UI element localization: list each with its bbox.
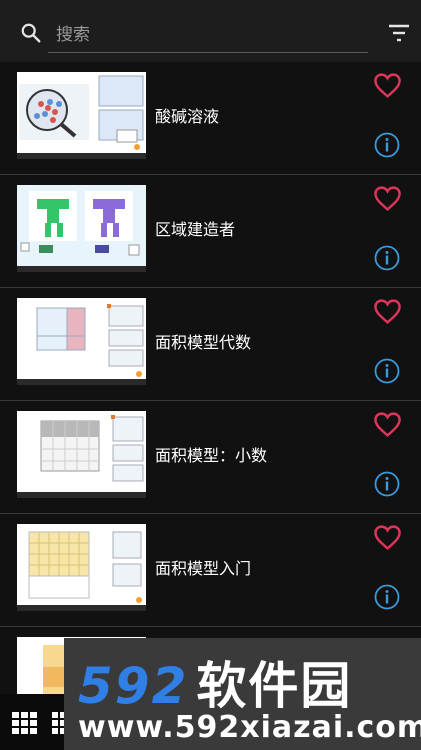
thumbnail-area-model-intro: [17, 524, 146, 611]
item-title: 酸碱溶液: [155, 107, 220, 126]
list-item[interactable]: 面积模型入门: [0, 514, 421, 627]
thumbnail-area-model-algebra: [17, 298, 146, 385]
heart-outline-icon[interactable]: [373, 72, 402, 99]
search-input[interactable]: [48, 17, 368, 53]
filter-icon[interactable]: [387, 22, 411, 44]
list-item[interactable]: 酸碱溶液: [0, 62, 421, 175]
info-circle-icon[interactable]: [374, 471, 400, 497]
watermark-brand: 592 软件园: [78, 657, 353, 715]
search-icon[interactable]: [20, 22, 42, 44]
info-circle-icon[interactable]: [374, 132, 400, 158]
heart-outline-icon[interactable]: [373, 524, 402, 551]
heart-outline-icon[interactable]: [373, 185, 402, 212]
list-item[interactable]: 区域建造者: [0, 175, 421, 288]
list-item[interactable]: 面积模型代数: [0, 288, 421, 401]
item-title: 区域建造者: [155, 220, 236, 239]
info-circle-icon[interactable]: [374, 358, 400, 384]
thumbnail-acid-base: [17, 72, 146, 159]
thumbnail-area-model-decimals: [17, 411, 146, 498]
watermark-url: www.592xiazai.com: [78, 710, 421, 745]
item-title: 面积模型代数: [155, 333, 252, 352]
search-bar: [0, 0, 421, 62]
item-title: 面积模型入门: [155, 559, 252, 578]
info-circle-icon[interactable]: [374, 245, 400, 271]
thumbnail-area-builder: [17, 185, 146, 272]
info-circle-icon[interactable]: [374, 584, 400, 610]
watermark-overlay: 592 软件园 www.592xiazai.com: [64, 638, 421, 750]
list-item[interactable]: 面积模型：小数: [0, 401, 421, 514]
item-title: 面积模型：小数: [155, 446, 268, 465]
heart-outline-icon[interactable]: [373, 411, 402, 438]
heart-outline-icon[interactable]: [373, 298, 402, 325]
bottom-toolbar: [0, 694, 70, 750]
grid-icon[interactable]: [12, 712, 38, 734]
